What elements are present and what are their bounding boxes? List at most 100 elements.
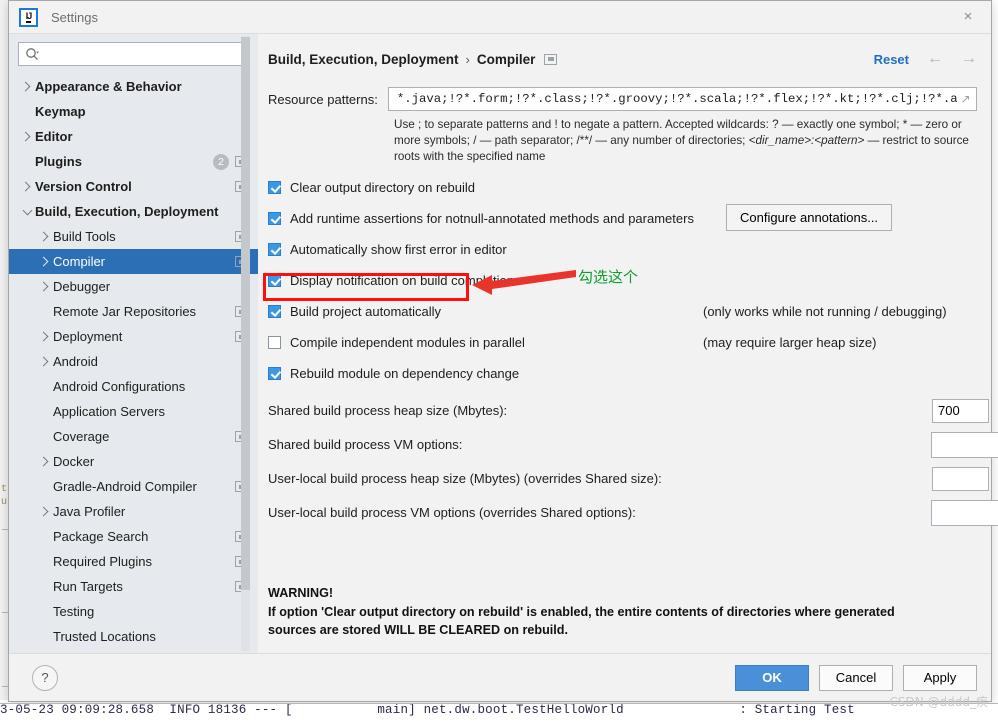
checkbox-note: (may require larger heap size) xyxy=(703,335,877,351)
checkbox-row-build-project-automatically[interactable]: Build project automatically (only works w… xyxy=(268,301,977,322)
checkbox-display-notification-on-build-completion[interactable] xyxy=(268,274,281,288)
chevron-right-icon xyxy=(20,181,31,192)
tree-twisty[interactable] xyxy=(37,331,53,342)
tree-twisty[interactable] xyxy=(37,456,53,467)
sidebar-item-build-execution-deployment[interactable]: Build, Execution, Deployment xyxy=(9,199,258,224)
checkbox-row-add-runtime-assertions-for-notnull-annotated-methods-and-parameters[interactable]: Add runtime assertions for notnull-annot… xyxy=(268,204,977,232)
checkbox-label: Build project automatically xyxy=(290,304,442,320)
sidebar-item-run-targets[interactable]: Run Targets xyxy=(9,574,258,599)
tree-twisty[interactable] xyxy=(37,281,53,292)
settings-tree: Appearance & Behavior Keymap Editor Plugins… xyxy=(9,72,258,653)
chevron-right-icon xyxy=(20,81,31,92)
sidebar-item-label: Version Control xyxy=(35,179,132,194)
sidebar-scrollbar-thumb[interactable] xyxy=(241,37,250,590)
sidebar-item-appearance-behavior[interactable]: Appearance & Behavior xyxy=(9,74,258,99)
sidebar-item-label: Package Search xyxy=(53,529,149,544)
search-icon xyxy=(26,48,39,60)
sidebar-item-coverage[interactable]: Coverage xyxy=(9,424,258,449)
input-user-local-build-process-vm-options-overrides-shared-options[interactable]: ↗ xyxy=(931,499,998,526)
sidebar-item-gradle-android-compiler[interactable]: Gradle-Android Compiler xyxy=(9,474,258,499)
help-button[interactable]: ? xyxy=(32,664,58,691)
chevron-right-icon xyxy=(38,506,49,517)
sidebar-item-label: Coverage xyxy=(53,429,110,444)
tree-twisty[interactable] xyxy=(19,81,35,92)
checkbox-clear-output-directory-on-rebuild[interactable] xyxy=(268,181,281,195)
sidebar-item-compiler[interactable]: Compiler xyxy=(9,249,258,274)
search-input[interactable] xyxy=(39,46,242,62)
sidebar-item-keymap[interactable]: Keymap xyxy=(9,99,258,124)
reset-link[interactable]: Reset xyxy=(874,52,909,67)
tree-twisty[interactable] xyxy=(19,181,35,192)
checkbox-row-compile-independent-modules-in-parallel[interactable]: Compile independent modules in parallel (… xyxy=(268,332,977,353)
checkbox-add-runtime-assertions-for-notnull-annotated-methods-and-parameters[interactable] xyxy=(268,212,281,226)
dialog-footer: ? OK Cancel Apply xyxy=(9,653,991,701)
sidebar-item-required-plugins[interactable]: Required Plugins xyxy=(9,549,258,574)
sidebar-item-application-servers[interactable]: Application Servers xyxy=(9,399,258,424)
ide-ghost-text: u xyxy=(1,497,8,508)
nav-back-icon[interactable]: ← xyxy=(927,51,943,67)
cancel-button[interactable]: Cancel xyxy=(819,664,893,691)
sidebar-item-docker[interactable]: Docker xyxy=(9,449,258,474)
hint-line-2c: — restrict to xyxy=(864,134,931,148)
sidebar-item-label: Gradle-Android Compiler xyxy=(53,479,197,494)
intellij-logo-icon: IJ xyxy=(19,7,38,27)
checkbox-label: Clear output directory on rebuild xyxy=(290,180,475,196)
sidebar-item-label: Keymap xyxy=(35,104,86,119)
sidebar-item-package-search[interactable]: Package Search xyxy=(9,524,258,549)
input-user-local-build-process-heap-size-mbytes-overrides-shared-size[interactable] xyxy=(932,466,989,491)
sidebar-item-deployment[interactable]: Deployment xyxy=(9,324,258,349)
sidebar-item-trusted-locations[interactable]: Trusted Locations xyxy=(9,624,258,649)
sidebar-item-remote-jar-repositories[interactable]: Remote Jar Repositories xyxy=(9,299,258,324)
configure-annotations-button[interactable]: Configure annotations... xyxy=(726,204,893,232)
sidebar-search-wrap xyxy=(9,34,258,72)
resource-patterns-input[interactable] xyxy=(394,91,959,107)
tree-twisty[interactable] xyxy=(37,256,53,267)
sidebar-item-java-profiler[interactable]: Java Profiler xyxy=(9,499,258,524)
checkbox-row-rebuild-module-on-dependency-change[interactable]: Rebuild module on dependency change xyxy=(268,363,977,384)
tree-twisty[interactable] xyxy=(37,231,53,242)
chevron-right-icon xyxy=(38,256,49,267)
sidebar-item-debugger[interactable]: Debugger xyxy=(9,274,258,299)
sidebar-item-label: Debugger xyxy=(53,279,111,294)
checkbox-row-automatically-show-first-error-in-editor[interactable]: Automatically show first error in editor xyxy=(268,239,977,260)
tree-twisty[interactable] xyxy=(19,131,35,142)
input-shared-build-process-heap-size-mbytes[interactable] xyxy=(932,398,989,423)
checkbox-automatically-show-first-error-in-editor[interactable] xyxy=(268,243,281,257)
nav-forward-icon[interactable]: → xyxy=(961,51,977,67)
sidebar-item-label: Required Plugins xyxy=(53,554,153,569)
resource-patterns-field[interactable]: ↗ xyxy=(387,87,977,111)
checkbox-build-project-automatically[interactable] xyxy=(268,305,281,319)
chevron-right-icon xyxy=(38,231,49,242)
checkbox-row-clear-output-directory-on-rebuild[interactable]: Clear output directory on rebuild xyxy=(268,177,977,198)
sidebar-item-editor[interactable]: Editor xyxy=(9,124,258,149)
input-shared-build-process-vm-options-text[interactable] xyxy=(938,436,998,454)
sidebar-item-label: Deployment xyxy=(53,329,123,344)
sidebar-item-testing[interactable]: Testing xyxy=(9,599,258,624)
ok-button[interactable]: OK xyxy=(735,664,809,691)
search-box[interactable] xyxy=(18,42,249,66)
checkbox-label: Rebuild module on dependency change xyxy=(290,366,520,382)
tree-twisty[interactable] xyxy=(19,205,35,215)
sidebar-item-version-control[interactable]: Version Control xyxy=(9,174,258,199)
settings-scope-icon[interactable] xyxy=(544,53,558,65)
warning-text: WARNING! If option 'Clear output directo… xyxy=(268,584,948,639)
breadcrumb-parent[interactable]: Build, Execution, Deployment xyxy=(268,52,459,67)
intellij-logo-text: IJ xyxy=(25,10,32,23)
expand-icon[interactable]: ↗ xyxy=(959,92,972,106)
input-user-local-build-process-vm-options-overrides-shared-options-text[interactable] xyxy=(938,504,998,522)
checkbox-label: Automatically show first error in editor xyxy=(290,242,507,258)
sidebar-item-languages-frameworks[interactable]: Languages & Frameworks xyxy=(9,649,258,653)
close-icon[interactable]: × xyxy=(945,1,991,32)
checkbox-compile-independent-modules-in-parallel[interactable] xyxy=(268,336,281,350)
input-shared-build-process-vm-options[interactable]: ↗ xyxy=(931,431,998,458)
sidebar-item-plugins[interactable]: Plugins 2 xyxy=(9,149,258,174)
sidebar-item-label: Testing xyxy=(53,604,95,619)
sidebar-item-android-configurations[interactable]: Android Configurations xyxy=(9,374,258,399)
sidebar-item-build-tools[interactable]: Build Tools xyxy=(9,224,258,249)
sidebar-item-label: Build, Execution, Deployment xyxy=(35,204,219,219)
tree-twisty[interactable] xyxy=(37,506,53,517)
checkbox-rebuild-module-on-dependency-change[interactable] xyxy=(268,367,281,381)
apply-button[interactable]: Apply xyxy=(903,664,977,691)
tree-twisty[interactable] xyxy=(37,356,53,367)
sidebar-item-android[interactable]: Android xyxy=(9,349,258,374)
